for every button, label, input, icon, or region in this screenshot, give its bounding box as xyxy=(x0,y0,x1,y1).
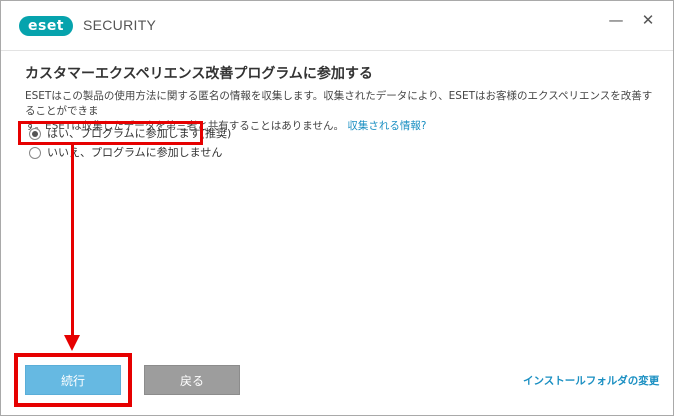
radio-option-decline[interactable]: いいえ、プログラムに参加しません xyxy=(29,145,222,161)
title-bar: eset SECURITY — ✕ xyxy=(1,1,673,51)
page-title: カスタマーエクスペリエンス改善プログラムに参加する xyxy=(25,66,373,82)
description-text-1: ESETはこの製品の使用方法に関する匿名の情報を収集します。収集されたデータによ… xyxy=(25,90,653,117)
continue-button[interactable]: 続行 xyxy=(25,365,121,395)
back-button[interactable]: 戻る xyxy=(144,365,240,395)
eset-logo: eset xyxy=(19,16,73,36)
arrow-down-icon xyxy=(64,335,80,351)
collected-info-link[interactable]: 収集される情報? xyxy=(347,120,426,132)
change-install-folder-link[interactable]: インストールフォルダの変更 xyxy=(523,373,659,388)
radio-unchecked-icon[interactable] xyxy=(29,147,41,159)
minimize-icon[interactable]: — xyxy=(605,9,627,31)
brand-title: SECURITY xyxy=(83,17,157,33)
close-icon[interactable]: ✕ xyxy=(637,9,659,31)
annotation-highlight-option xyxy=(18,121,203,145)
annotation-arrow-line xyxy=(71,145,74,339)
installer-window: eset SECURITY — ✕ カスタマーエクスペリエンス改善プログラムに参… xyxy=(0,0,674,416)
